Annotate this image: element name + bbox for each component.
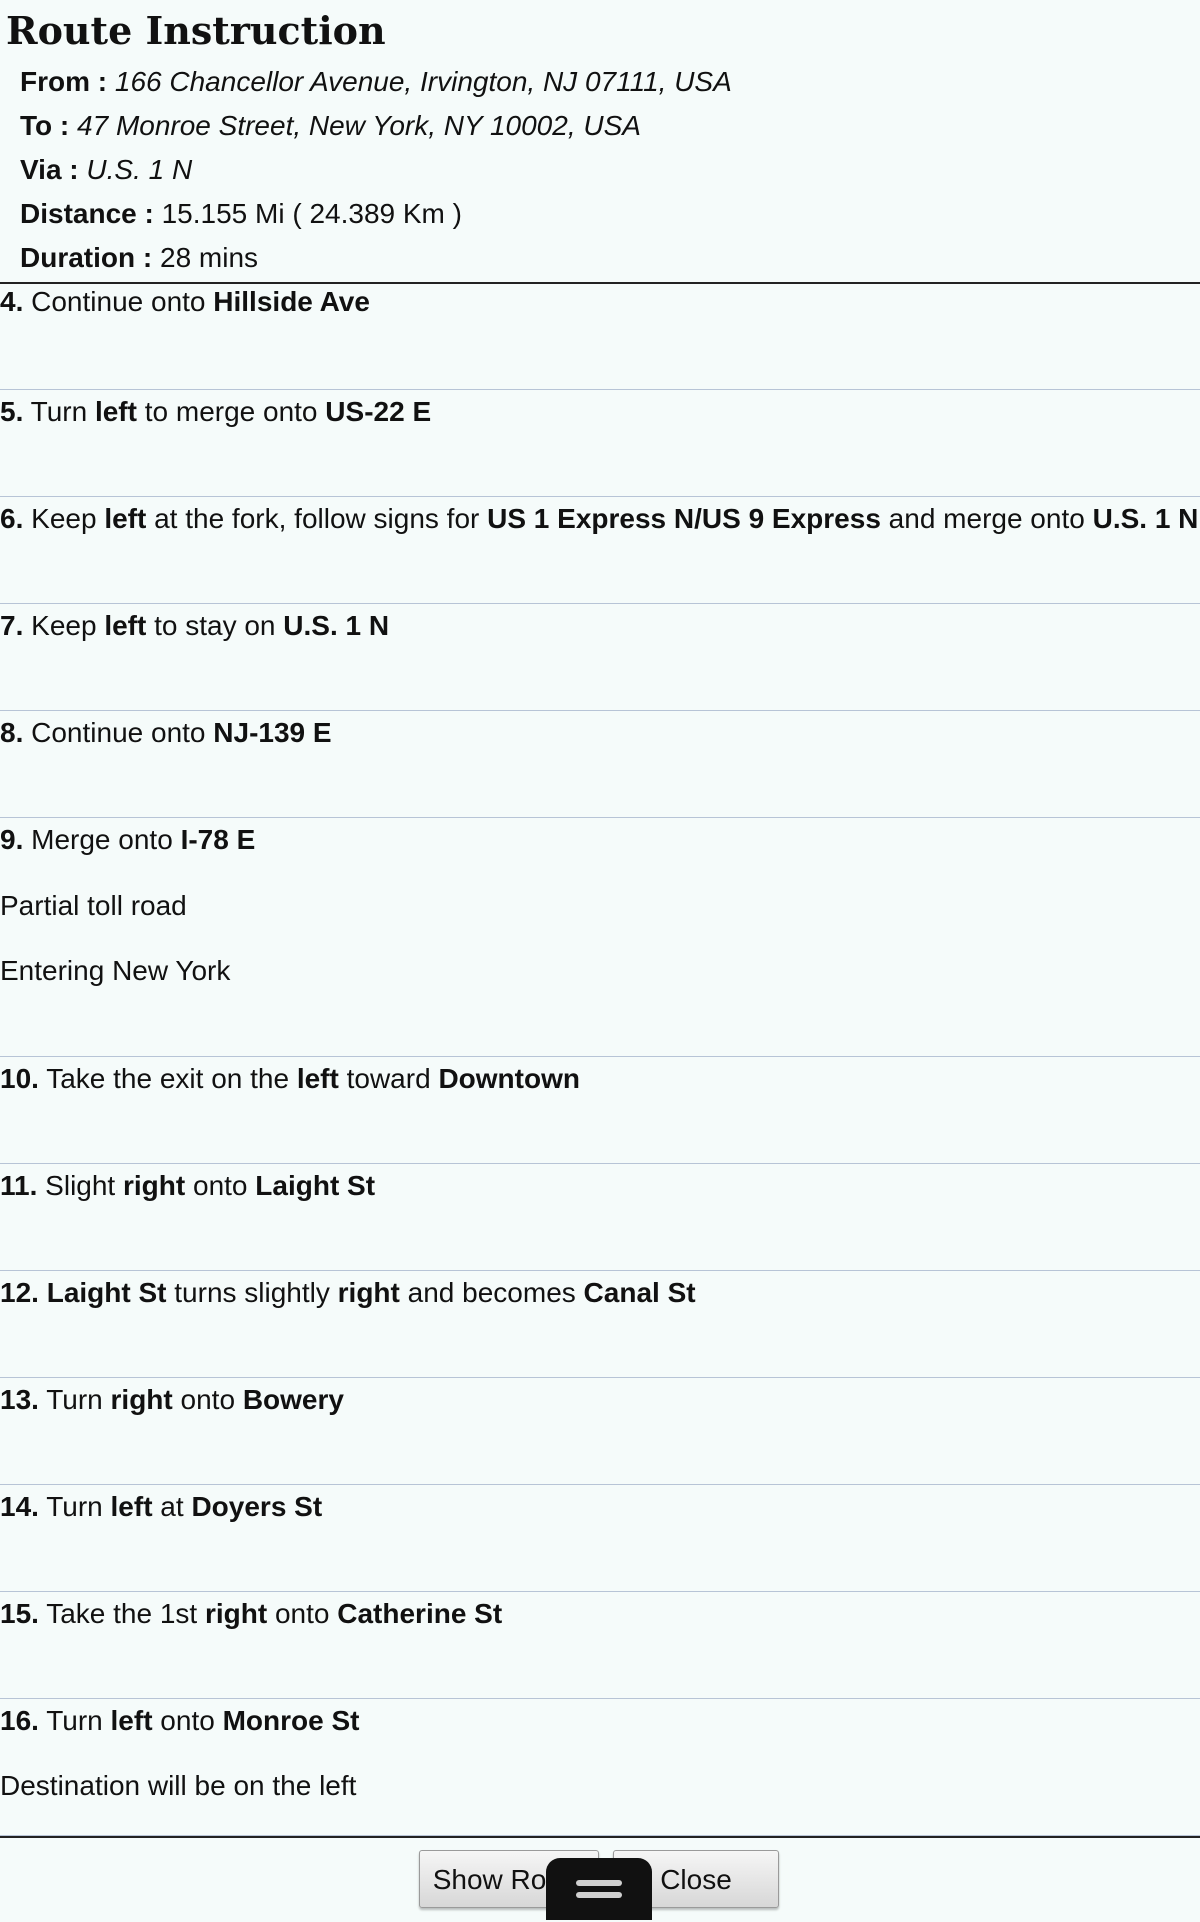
step-number: 14. [0, 1491, 39, 1522]
route-step: 7. Keep left to stay on U.S. 1 N [0, 604, 1200, 711]
via-row: Via : U.S. 1 N [20, 148, 192, 192]
step-number: 5. [0, 396, 24, 427]
duration-row: Duration : 28 mins [20, 236, 258, 280]
route-step: 6. Keep left at the fork, follow signs f… [0, 497, 1200, 604]
route-step: 11. Slight right onto Laight St [0, 1164, 1200, 1271]
duration-value: 28 mins [160, 242, 259, 273]
step-text: 14. Turn left at Doyers St [0, 1491, 323, 1522]
route-step: 12. Laight St turns slightly right and b… [0, 1271, 1200, 1378]
step-text: 8. Continue onto NJ-139 E [0, 717, 332, 748]
distance-value: 15.155 Mi ( 24.389 Km ) [161, 198, 462, 229]
from-value: 166 Chancellor Avenue, Irvington, NJ 071… [114, 66, 732, 97]
to-value: 47 Monroe Street, New York, NY 10002, US… [77, 110, 641, 141]
step-number: 16. [0, 1705, 39, 1736]
step-text: 5. Turn left to merge onto US-22 E [0, 396, 432, 427]
step-number: 12. [0, 1277, 39, 1308]
menu-handle-icon[interactable] [546, 1858, 652, 1920]
route-step: 4. Continue onto Hillside Ave [0, 284, 1200, 390]
page-title: Route Instruction [6, 8, 386, 53]
step-number: 8. [0, 717, 24, 748]
from-label: From : [20, 66, 108, 97]
to-label: To : [20, 110, 70, 141]
step-text: 16. Turn left onto Monroe St [0, 1705, 360, 1736]
duration-label: Duration : [20, 242, 153, 273]
distance-row: Distance : 15.155 Mi ( 24.389 Km ) [20, 192, 462, 236]
via-value: U.S. 1 N [86, 154, 193, 185]
route-step: 16. Turn left onto Monroe St Destination… [0, 1699, 1200, 1836]
route-steps-list[interactable]: 4. Continue onto Hillside Ave 5. Turn le… [0, 284, 1200, 1836]
step-note: Destination will be on the left [0, 1770, 357, 1801]
route-instruction-dialog: Route Instruction From : 166 Chancellor … [0, 0, 1200, 1922]
step-text: 12. Laight St turns slightly right and b… [0, 1277, 696, 1308]
distance-label: Distance : [20, 198, 154, 229]
step-text: 13. Turn right onto Bowery [0, 1384, 344, 1415]
step-number: 6. [0, 503, 24, 534]
step-number: 10. [0, 1063, 39, 1094]
step-number: 15. [0, 1598, 39, 1629]
route-step: 8. Continue onto NJ-139 E [0, 711, 1200, 818]
step-text: 15. Take the 1st right onto Catherine St [0, 1598, 503, 1629]
step-text: 4. Continue onto Hillside Ave [0, 286, 370, 317]
step-number: 7. [0, 610, 24, 641]
via-label: Via : [20, 154, 79, 185]
step-number: 11. [0, 1170, 38, 1201]
route-step: 9. Merge onto I-78 E Partial toll road E… [0, 818, 1200, 1057]
to-row: To : 47 Monroe Street, New York, NY 1000… [20, 104, 641, 148]
step-text: 10. Take the exit on the left toward Dow… [0, 1063, 580, 1094]
step-note: Entering New York [0, 955, 231, 986]
step-number: 9. [0, 824, 24, 855]
route-step: 10. Take the exit on the left toward Dow… [0, 1057, 1200, 1164]
route-step: 5. Turn left to merge onto US-22 E [0, 390, 1200, 497]
step-text: 11. Slight right onto Laight St [0, 1170, 376, 1201]
step-text: 7. Keep left to stay on U.S. 1 N [0, 610, 390, 641]
step-text: 9. Merge onto I-78 E [0, 824, 256, 855]
step-number: 4. [0, 286, 24, 317]
route-step: 14. Turn left at Doyers St [0, 1485, 1200, 1592]
step-text: 6. Keep left at the fork, follow signs f… [0, 503, 1199, 534]
step-number: 13. [0, 1384, 39, 1415]
step-note: Partial toll road [0, 890, 187, 921]
from-row: From : 166 Chancellor Avenue, Irvington,… [20, 60, 732, 104]
route-step: 13. Turn right onto Bowery [0, 1378, 1200, 1485]
route-step: 15. Take the 1st right onto Catherine St [0, 1592, 1200, 1699]
route-summary-header: Route Instruction From : 166 Chancellor … [0, 0, 1200, 284]
